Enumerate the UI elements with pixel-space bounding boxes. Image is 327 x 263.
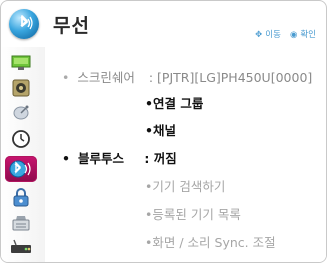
screen-share-value: : [PJTR][LG]PH450U[0000] [148,70,313,85]
key-hints: ✥ 이동 ◉ 확인 [255,28,316,40]
sidebar-item-picture[interactable] [10,53,32,73]
av-sync-label: 화면 / 소리 Sync. 조절 [152,235,276,250]
sidebar-item-lock[interactable] [10,188,32,208]
sidebar-item-sound[interactable] [10,78,32,98]
device-search-item[interactable]: •기기 검색하기 [145,176,225,195]
network-device-icon [11,239,31,253]
connect-group-label: 연결 그룹 [153,96,204,111]
screen-share-row[interactable]: • 스크린쉐어 : [PJTR][LG]PH450U[0000] [62,67,312,86]
wireless-menu-window: 무선 ✥ 이동 ◉ 확인 • 스크린쉐어: [PJTR][LG]PH450U[… [0,0,327,263]
registered-devices-item[interactable]: •등록된 기기 목록 [145,204,241,223]
page-title: 무선 [53,15,90,37]
category-sidebar [1,47,46,262]
sidebar-item-wireless[interactable] [5,156,37,182]
device-search-label: 기기 검색하기 [152,179,226,194]
registered-devices-label: 등록된 기기 목록 [152,207,241,222]
arrow-keys-icon: ✥ [255,30,263,40]
menu-header: 무선 ✥ 이동 ◉ 확인 [1,1,326,45]
bullet: • [145,96,153,111]
screen-share-label: 스크린쉐어 [77,70,135,85]
confirm-hint: ◉ 확인 [290,28,316,40]
bluetooth-value: : 꺼짐 [144,151,177,166]
lock-icon [13,188,29,207]
picture-monitor-icon [11,55,31,70]
bullet: • [145,123,153,138]
connect-group-item[interactable]: •연결 그룹 [145,93,203,112]
channel-item[interactable]: •채널 [145,120,176,139]
av-sync-item[interactable]: •화면 / 소리 Sync. 조절 [145,232,276,251]
move-hint: ✥ 이동 [255,28,281,40]
satellite-dish-icon [13,105,29,120]
sidebar-item-option[interactable] [10,213,32,233]
sidebar-item-time[interactable] [10,129,32,149]
clock-icon [12,130,30,148]
sidebar-item-channel[interactable] [10,103,32,123]
sidebar-item-network[interactable] [10,237,32,257]
menu-content: • 스크린쉐어 : [PJTR][LG]PH450U[0000] •연결 그룹 •… [45,47,326,262]
confirm-hint-label: 확인 [300,30,316,40]
bluetooth-wireless-icon [9,160,31,178]
settings-keyboard-icon [12,216,30,231]
channel-label: 채널 [153,123,177,138]
bullet: • [62,70,70,85]
bluetooth-globe-icon [9,9,39,39]
sound-speaker-icon [12,79,30,97]
bullet: • [62,151,70,166]
bluetooth-row[interactable]: • 블루투스 : 꺼짐 [62,148,177,167]
ok-button-icon: ◉ [289,30,298,40]
bluetooth-label: 블루투스 [78,151,125,166]
move-hint-label: 이동 [265,30,281,40]
